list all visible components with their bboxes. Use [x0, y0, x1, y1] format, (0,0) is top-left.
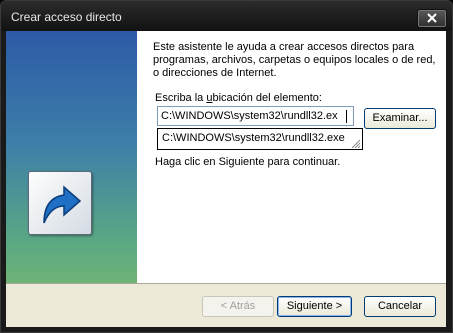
continue-hint: Haga clic en Siguiente para continuar. — [155, 156, 341, 168]
wizard-body: Este asistente le ayuda a crear accesos … — [6, 31, 446, 283]
title-bar[interactable]: Crear acceso directo — [1, 1, 452, 31]
wizard-description: Este asistente le ayuda a crear accesos … — [153, 41, 436, 79]
close-button[interactable] — [417, 9, 447, 28]
shortcut-arrow-icon — [43, 185, 82, 224]
back-button[interactable]: < Atrás — [202, 296, 274, 317]
autocomplete-dropdown: C:\WINDOWS\system32\rundll32.exe — [157, 128, 363, 150]
location-label: Escriba la ubicación del elemento: — [155, 92, 322, 104]
autocomplete-item[interactable]: C:\WINDOWS\system32\rundll32.exe — [162, 132, 345, 144]
wizard-side-panel — [6, 31, 137, 283]
text-caret — [346, 110, 347, 123]
cancel-button[interactable]: Cancelar — [364, 296, 436, 317]
resize-grip-icon[interactable] — [351, 139, 361, 149]
window-title: Crear acceso directo — [11, 10, 122, 24]
browse-button[interactable]: Examinar... — [364, 108, 436, 129]
next-button[interactable]: Siguiente > — [277, 296, 352, 317]
create-shortcut-dialog: Crear acceso directo Este asistente le a… — [0, 0, 453, 333]
close-icon — [427, 13, 437, 23]
shortcut-icon — [28, 171, 92, 235]
wizard-footer: < Atrás Siguiente > Cancelar — [6, 283, 446, 327]
location-input[interactable] — [157, 106, 354, 126]
